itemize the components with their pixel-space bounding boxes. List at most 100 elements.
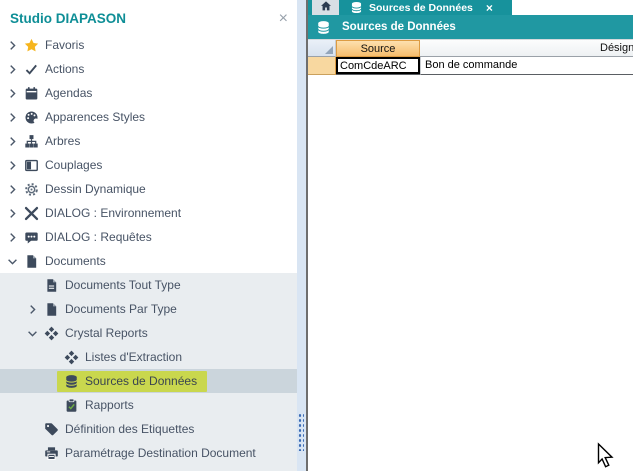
splitter-grip-icon (298, 413, 304, 451)
file-lines-icon (44, 278, 59, 293)
tree-item-dialog-requetes[interactable]: DIALOG : Requêtes (0, 225, 297, 249)
tab-home[interactable] (312, 0, 339, 15)
navigation-tree: Favoris Actions Agendas Apparences Styles Ar… (0, 33, 297, 471)
tree-item-label: Agendas (45, 86, 92, 100)
tree-item-dialog-environnement[interactable]: DIALOG : Environnement (0, 201, 297, 225)
crystal-icon (64, 350, 79, 365)
printer-icon (44, 446, 59, 461)
row-indicator[interactable] (308, 57, 336, 75)
tree-item-rapports[interactable]: Rapports (0, 393, 297, 417)
chevron-right-icon[interactable] (5, 110, 19, 124)
grid-empty-area (308, 75, 633, 471)
tree-item-couplages[interactable]: Couplages (0, 153, 297, 177)
tree-item-label: Couplages (45, 158, 102, 172)
tree-item-apparences-styles[interactable]: Apparences Styles (0, 105, 297, 129)
sitemap-icon (24, 134, 39, 149)
grid-header-row: Source Désignation (308, 39, 633, 57)
chevron-right-icon[interactable] (5, 182, 19, 196)
home-icon (320, 0, 332, 17)
sidebar-header: Studio DIAPASON × (0, 0, 297, 33)
tree-item-definition-des-etiquettes[interactable]: Définition des Etiquettes (0, 417, 297, 441)
tree-item-label: Rapports (85, 398, 134, 412)
calendar-icon (24, 86, 39, 101)
tree-item-label: Documents Par Type (65, 302, 177, 316)
close-icon[interactable]: × (279, 12, 288, 26)
main-panel: Sources de Données × Sources de Données … (308, 0, 633, 471)
tools-icon (24, 206, 39, 221)
tab-close-icon[interactable]: × (486, 3, 493, 13)
sidebar-title: Studio DIAPASON (10, 11, 126, 26)
tree-item-label: Paramétrage Destination Document (65, 446, 256, 460)
database-icon (350, 1, 363, 14)
tree-item-arbres[interactable]: Arbres (0, 129, 297, 153)
selected-item-highlight: Sources de Données (57, 371, 207, 392)
chevron-right-icon[interactable] (5, 86, 19, 100)
tree-item-label: Apparences Styles (45, 110, 145, 124)
data-grid: Source Désignation Bon de commande (308, 39, 633, 75)
tree-item-label: Crystal Reports (65, 326, 148, 340)
chevron-right-icon[interactable] (5, 134, 19, 148)
chevron-right-icon[interactable] (5, 206, 19, 220)
tree-item-label: Actions (45, 62, 84, 76)
palette-icon (24, 110, 39, 125)
tag-icon (44, 422, 59, 437)
chevron-down-icon[interactable] (25, 326, 39, 340)
panel-title: Sources de Données (342, 21, 456, 33)
star-icon (24, 38, 39, 53)
chevron-spacer (25, 278, 39, 292)
app-window: Studio DIAPASON × Favoris Actions Agendas A… (0, 0, 633, 471)
column-header-source[interactable]: Source (336, 40, 420, 57)
tree-item-documents[interactable]: Documents (0, 249, 297, 273)
file-icon (44, 302, 59, 317)
tree-item-actions[interactable]: Actions (0, 57, 297, 81)
chevron-spacer (25, 446, 39, 460)
cell-designation[interactable]: Bon de commande (420, 57, 633, 75)
tree-item-label: DIALOG : Environnement (45, 206, 181, 220)
panel-header: Sources de Données (308, 15, 633, 39)
database-icon (64, 374, 79, 389)
tree-item-label: DIALOG : Requêtes (45, 230, 152, 244)
tree-item-documents-par-type[interactable]: Documents Par Type (0, 297, 297, 321)
chevron-right-icon[interactable] (25, 302, 39, 316)
gear-icon (24, 182, 39, 197)
tree-item-label: Arbres (45, 134, 80, 148)
chevron-spacer (45, 398, 59, 412)
tree-item-label: Dessin Dynamique (45, 182, 146, 196)
sidebar: Studio DIAPASON × Favoris Actions Agendas A… (0, 0, 297, 471)
tab-sources-de-donnees[interactable]: Sources de Données × (341, 0, 502, 15)
chevron-right-icon[interactable] (5, 38, 19, 52)
tree-item-listes-d-extraction[interactable]: Listes d'Extraction (0, 345, 297, 369)
tree-item-parametrage-destination-document[interactable]: Paramétrage Destination Document (0, 441, 297, 465)
cell-source-editor[interactable] (336, 57, 420, 74)
crystal-icon (44, 326, 59, 341)
chevron-down-icon[interactable] (5, 254, 19, 268)
tree-item-dessin-dynamique[interactable]: Dessin Dynamique (0, 177, 297, 201)
tree-item-crystal-reports[interactable]: Crystal Reports (0, 321, 297, 345)
tab-bar: Sources de Données × (308, 0, 633, 15)
chevron-spacer (45, 350, 59, 364)
tree-item-label: Documents Tout Type (65, 278, 181, 292)
clipboard-icon (64, 398, 79, 413)
chevron-right-icon[interactable] (5, 158, 19, 172)
tree-item-label: Sources de Données (85, 374, 197, 388)
file-icon (24, 254, 39, 269)
tree-item-favoris[interactable]: Favoris (0, 33, 297, 57)
tree-item-sources-de-donnees[interactable]: Sources de Données (0, 369, 297, 393)
chat-icon (24, 230, 39, 245)
database-icon (316, 20, 331, 35)
tree-item-documents-tout-type[interactable]: Documents Tout Type (0, 273, 297, 297)
columns-icon (24, 158, 39, 173)
chevron-right-icon[interactable] (5, 230, 19, 244)
tree-item-agendas[interactable]: Agendas (0, 81, 297, 105)
tree-item-label: Favoris (45, 38, 84, 52)
tree-item-label: Définition des Etiquettes (65, 422, 194, 436)
tree-item-label: Listes d'Extraction (85, 350, 182, 364)
tree-item-label: Documents (45, 254, 106, 268)
grid-corner-select-all[interactable] (308, 40, 336, 57)
splitter[interactable] (297, 0, 308, 471)
tab-label: Sources de Données (369, 2, 473, 14)
grid-row: Bon de commande (308, 57, 633, 75)
column-header-designation-label: Désignation (420, 40, 633, 57)
chevron-right-icon[interactable] (5, 62, 19, 76)
column-header-designation[interactable]: Désignation (420, 40, 633, 57)
